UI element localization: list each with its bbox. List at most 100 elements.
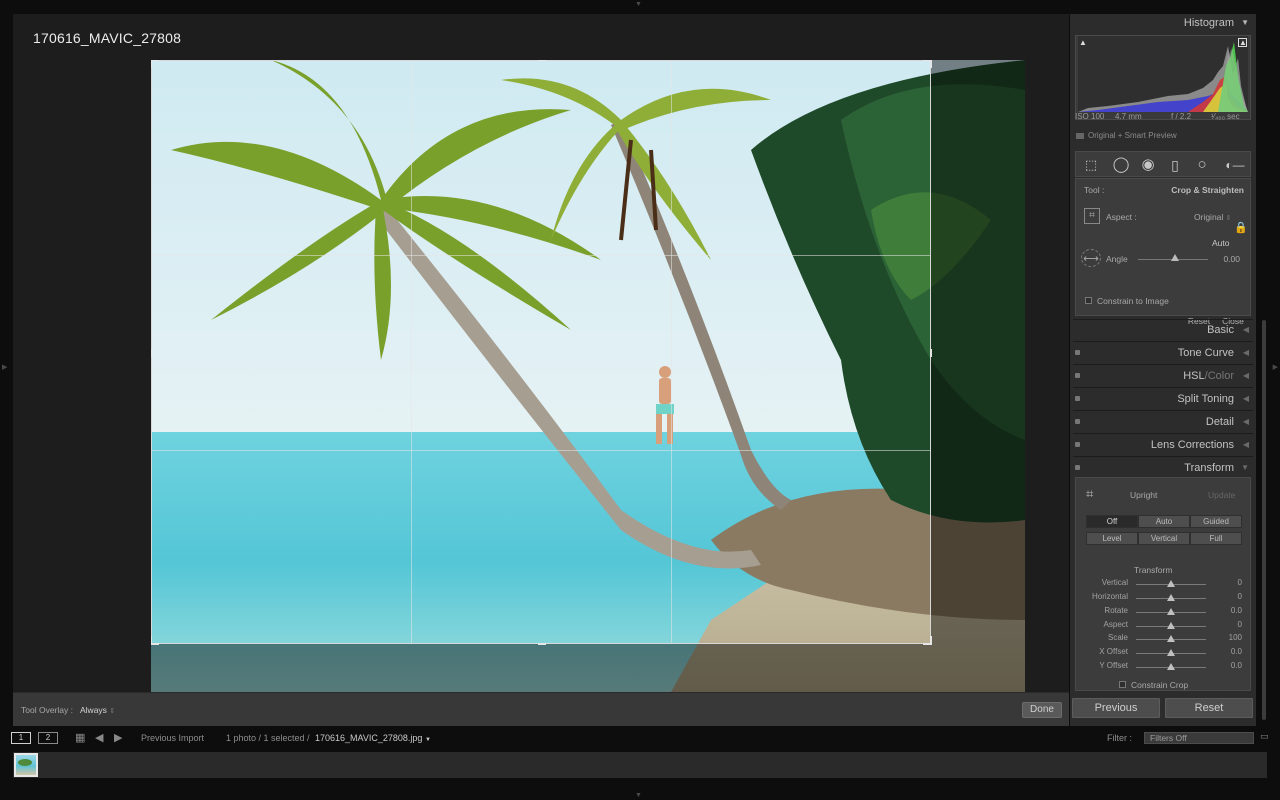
right-panel-scrollbar[interactable] [1262, 320, 1266, 720]
histogram-header[interactable]: Histogram ▼ [1070, 14, 1256, 33]
tool-overlay-select[interactable]: Always ⇕ [80, 705, 115, 715]
top-panel-toggle-icon[interactable]: ▼ [635, 1, 642, 8]
crop-edge-handle[interactable] [538, 60, 546, 61]
upright-full-button[interactable]: Full [1190, 532, 1242, 545]
slider-thumb[interactable] [1167, 580, 1175, 587]
crop-edge-handle[interactable] [930, 349, 932, 357]
forward-arrow-icon[interactable]: ▶ [114, 731, 122, 744]
panel-switch-icon[interactable] [1075, 396, 1080, 401]
slider-value[interactable]: 0.0 [1231, 661, 1242, 670]
aspect-select[interactable]: Original ⇕ [1194, 212, 1232, 222]
lens-corrections-panel-header[interactable]: Lens Corrections ◀ [1070, 436, 1256, 455]
lens-corrections-panel-title: Lens Corrections [1150, 439, 1234, 451]
slider-thumb[interactable] [1167, 622, 1175, 629]
upright-level-button[interactable]: Level [1086, 532, 1138, 545]
grid-view-icon[interactable]: ▦ [75, 731, 85, 744]
right-panel-toggle-icon[interactable]: ▶ [1273, 364, 1278, 371]
auto-straighten-button[interactable]: Auto [1212, 238, 1230, 248]
angle-label: Angle [1106, 254, 1128, 264]
histogram[interactable]: ▲ ▲ [1075, 35, 1251, 120]
filter-lock-icon[interactable]: ▭ [1260, 731, 1269, 742]
slider-thumb[interactable] [1167, 649, 1175, 656]
upright-tool-icon[interactable]: ⌗ [1086, 486, 1093, 502]
crop-corner-handle[interactable] [923, 60, 932, 68]
slider-value[interactable]: 0.0 [1231, 606, 1242, 615]
transform-panel: ⌗ Upright Update Off Auto Guided Level V… [1075, 477, 1251, 691]
angle-slider-thumb[interactable] [1171, 254, 1179, 261]
reset-button[interactable]: Reset [1165, 698, 1253, 718]
graduated-filter-icon[interactable]: ▯ [1166, 156, 1184, 174]
constrain-crop-label: Constrain Crop [1131, 680, 1189, 690]
upright-auto-button[interactable]: Auto [1138, 515, 1190, 528]
crop-overlay-icon[interactable]: ⌗ [1084, 208, 1100, 224]
panel-switch-icon[interactable] [1075, 350, 1080, 355]
transform-panel-header[interactable]: Transform ▼ [1070, 459, 1256, 478]
crop-rectangle[interactable] [151, 60, 932, 645]
tool-overlay-value: Always [80, 705, 107, 715]
panel-divider [1073, 433, 1253, 434]
detail-panel-header[interactable]: Detail ◀ [1070, 413, 1256, 432]
main-screen-button[interactable]: 1 [11, 732, 31, 744]
y-offset-slider-row: Y Offset 0.0 [1076, 661, 1252, 673]
filename-menu[interactable]: 170616_MAVIC_27808.jpg ▼ [315, 733, 431, 743]
source-label[interactable]: Previous Import [141, 733, 204, 743]
develop-tool-strip: ⬚ ◯ ◉ ▯ ○ ◐— [1075, 151, 1251, 177]
crop-corner-handle[interactable] [151, 60, 159, 68]
aspect-value: Original [1194, 212, 1224, 222]
photo-canvas[interactable] [151, 60, 1025, 692]
slider-value[interactable]: 0 [1238, 578, 1242, 587]
slider-value[interactable]: 100 [1229, 633, 1242, 642]
panel-switch-icon[interactable] [1075, 442, 1080, 447]
panel-divider [1073, 387, 1253, 388]
upright-update-button[interactable]: Update [1208, 490, 1235, 500]
collapse-triangle-icon: ▼ [1241, 463, 1249, 472]
constrain-crop-checkbox[interactable] [1119, 681, 1126, 688]
shadow-clipping-icon[interactable]: ▲ [1079, 38, 1087, 47]
smart-preview-status[interactable]: Original + Smart Preview [1076, 131, 1177, 140]
hsl-tab[interactable]: HSL [1183, 370, 1204, 382]
expand-triangle-icon: ◀ [1242, 417, 1249, 426]
back-arrow-icon[interactable]: ◀ [95, 731, 103, 744]
photo-thumbnail[interactable] [14, 753, 38, 777]
upright-vertical-button[interactable]: Vertical [1138, 532, 1190, 545]
shutter-value: ¹⁄₄₀₀ sec [1211, 112, 1240, 121]
slider-value[interactable]: 0 [1238, 620, 1242, 629]
color-tab[interactable]: Color [1208, 370, 1234, 382]
slider-value[interactable]: 0.0 [1231, 647, 1242, 656]
slider-thumb[interactable] [1167, 594, 1175, 601]
adjustment-brush-icon[interactable]: ◐— [1222, 156, 1248, 174]
crop-edge-handle[interactable] [151, 349, 152, 357]
spot-removal-icon[interactable]: ◯ [1112, 156, 1130, 174]
upright-guided-button[interactable]: Guided [1190, 515, 1242, 528]
panel-switch-icon[interactable] [1075, 373, 1080, 378]
left-panel-toggle-icon[interactable]: ▶ [2, 364, 7, 371]
basic-panel-header[interactable]: Basic ◀ [1070, 321, 1256, 340]
highlight-clipping-icon[interactable]: ▲ [1238, 38, 1247, 47]
crop-corner-handle[interactable] [923, 636, 932, 645]
red-eye-icon[interactable]: ◉ [1139, 156, 1157, 174]
straighten-tool-icon[interactable]: ⟷ [1081, 249, 1101, 267]
previous-button[interactable]: Previous [1072, 698, 1160, 718]
filter-select[interactable]: Filters Off [1144, 732, 1254, 744]
slider-thumb[interactable] [1167, 608, 1175, 615]
crop-grid-line [671, 61, 672, 643]
constrain-to-image-checkbox[interactable] [1085, 297, 1092, 304]
slider-thumb[interactable] [1167, 663, 1175, 670]
crop-corner-handle[interactable] [151, 636, 159, 645]
angle-value[interactable]: 0.00 [1223, 254, 1240, 264]
panel-switch-icon[interactable] [1075, 419, 1080, 424]
panel-switch-icon[interactable] [1075, 465, 1080, 470]
bottom-panel-toggle-icon[interactable]: ▼ [635, 792, 642, 799]
done-button[interactable]: Done [1022, 702, 1062, 718]
aspect-lock-icon[interactable]: 🔒 [1234, 221, 1248, 235]
crop-tool-icon[interactable]: ⬚ [1082, 156, 1100, 174]
hsl-color-panel-header[interactable]: HSL/Color ◀ [1070, 367, 1256, 386]
crop-edge-handle[interactable] [538, 643, 546, 645]
split-toning-panel-header[interactable]: Split Toning ◀ [1070, 390, 1256, 409]
secondary-screen-button[interactable]: 2 [38, 732, 58, 744]
tone-curve-panel-header[interactable]: Tone Curve ◀ [1070, 344, 1256, 363]
slider-value[interactable]: 0 [1238, 592, 1242, 601]
upright-off-button[interactable]: Off [1086, 515, 1138, 528]
radial-filter-icon[interactable]: ○ [1193, 156, 1211, 174]
slider-thumb[interactable] [1167, 635, 1175, 642]
